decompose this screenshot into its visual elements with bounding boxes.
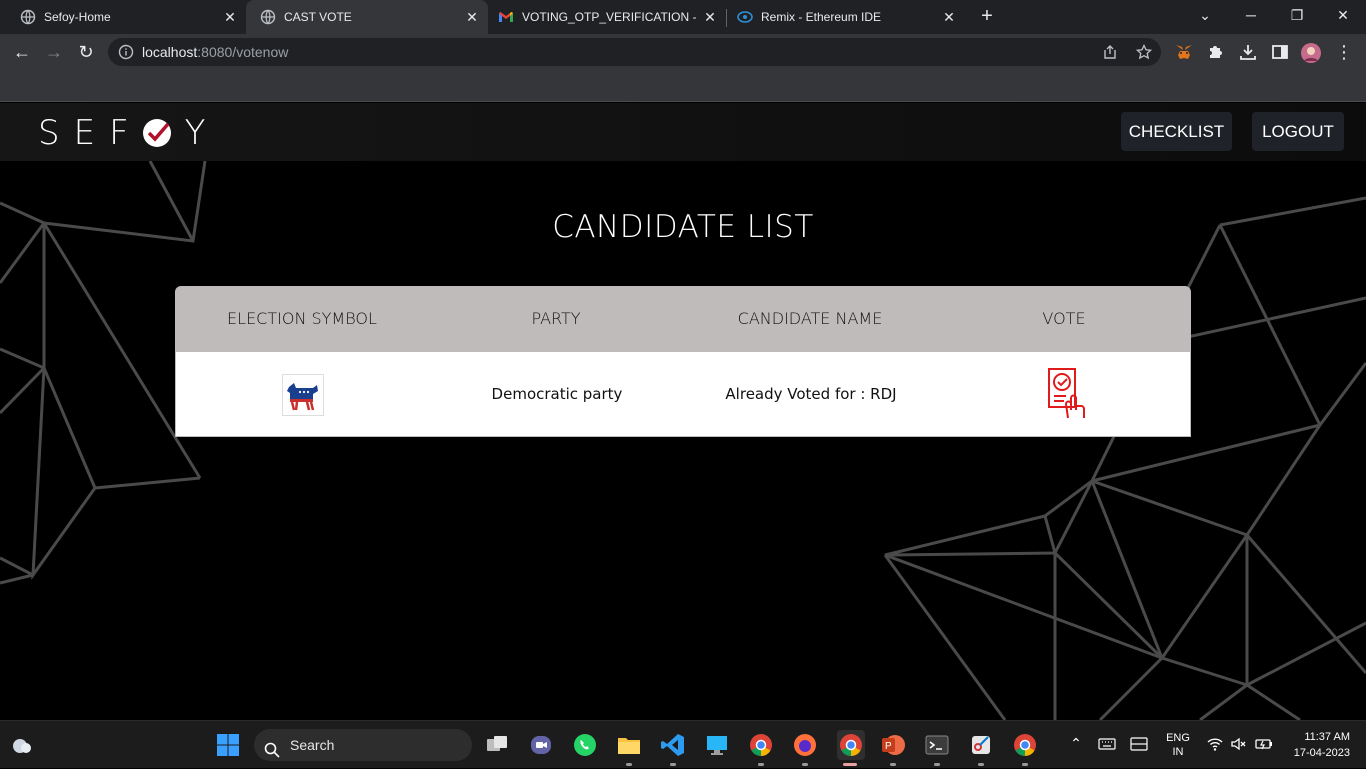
reload-icon[interactable]: ↻ bbox=[74, 40, 98, 64]
browser-toolbar: ← → ↻ localhost:8080/votenow ⋮ bbox=[0, 34, 1366, 70]
site-header: SEF Y CHECKLIST LOGOUT bbox=[0, 103, 1366, 161]
logout-button[interactable]: LOGOUT bbox=[1252, 112, 1344, 151]
site-info-icon[interactable] bbox=[118, 44, 134, 60]
tab-sefoy-home[interactable]: Sefoy-Home ✕ bbox=[0, 0, 246, 34]
firefox-icon[interactable] bbox=[793, 733, 817, 757]
column-header-election-symbol: ELECTION SYMBOL bbox=[227, 309, 377, 328]
download-icon[interactable] bbox=[1238, 42, 1258, 62]
clock-time: 11:37 AM bbox=[1304, 731, 1350, 743]
windows-start-icon[interactable] bbox=[216, 733, 240, 757]
chevron-up-icon[interactable]: ⌃ bbox=[1068, 735, 1084, 751]
wifi-icon[interactable] bbox=[1207, 736, 1223, 752]
task-view-icon[interactable] bbox=[485, 733, 509, 757]
share-icon[interactable] bbox=[1102, 44, 1118, 60]
sefoy-logo[interactable]: SEF Y bbox=[38, 113, 219, 153]
tab-title: CAST VOTE bbox=[284, 10, 352, 24]
svg-text:P: P bbox=[885, 741, 892, 752]
column-header-vote: VOTE bbox=[1042, 309, 1086, 328]
language-region: IN bbox=[1172, 746, 1184, 758]
globe-icon bbox=[260, 9, 276, 25]
weather-icon[interactable] bbox=[10, 733, 34, 757]
chrome-icon-2[interactable] bbox=[1013, 733, 1037, 757]
back-icon[interactable]: ← bbox=[10, 40, 34, 64]
address-bar[interactable]: localhost:8080/votenow bbox=[108, 38, 1161, 66]
table-row: Democratic party Already Voted for : RDJ bbox=[175, 351, 1191, 437]
powerpoint-icon[interactable]: P bbox=[881, 733, 905, 757]
tab-title: Sefoy-Home bbox=[44, 10, 111, 24]
tab-cast-vote[interactable]: CAST VOTE ✕ bbox=[246, 0, 488, 34]
touch-keyboard-icon[interactable] bbox=[1130, 737, 1148, 751]
tab-search-icon[interactable]: ⌄ bbox=[1182, 0, 1228, 34]
search-placeholder: Search bbox=[290, 737, 335, 753]
close-tab-icon[interactable]: ✕ bbox=[222, 9, 238, 25]
url-text: localhost:8080/votenow bbox=[142, 44, 289, 60]
metamask-icon[interactable] bbox=[1174, 42, 1194, 62]
close-tab-icon[interactable]: ✕ bbox=[702, 9, 718, 25]
logo-text: SEF bbox=[38, 113, 143, 153]
party-cell: Democratic party bbox=[491, 385, 623, 403]
clock-date: 17-04-2023 bbox=[1293, 747, 1350, 759]
candidate-cell: Already Voted for : RDJ bbox=[725, 385, 897, 403]
web-page: SEF Y CHECKLIST LOGOUT CANDIDATE LIST EL… bbox=[0, 103, 1366, 720]
volume-muted-icon[interactable] bbox=[1230, 736, 1246, 752]
system-clock[interactable]: 11:37 AM 17-04-2023 bbox=[1294, 729, 1350, 761]
keyboard-icon[interactable] bbox=[1098, 737, 1116, 751]
side-panel-icon[interactable] bbox=[1270, 42, 1290, 62]
snipping-tool-icon[interactable] bbox=[969, 733, 993, 757]
globe-icon bbox=[20, 9, 36, 25]
close-tab-icon[interactable]: ✕ bbox=[464, 9, 480, 25]
tab-title: VOTING_OTP_VERIFICATION - shu bbox=[522, 10, 698, 24]
tab-remix-ide[interactable]: Remix - Ethereum IDE ✕ bbox=[727, 0, 965, 34]
terminal-icon[interactable] bbox=[925, 733, 949, 757]
language-indicator[interactable]: ENG IN bbox=[1162, 731, 1194, 759]
bookmark-star-icon[interactable] bbox=[1135, 43, 1153, 60]
file-explorer-icon[interactable] bbox=[617, 733, 641, 757]
chrome-profile-icon[interactable] bbox=[837, 730, 865, 760]
search-icon bbox=[264, 737, 280, 758]
whatsapp-icon[interactable] bbox=[573, 733, 597, 757]
close-tab-icon[interactable]: ✕ bbox=[941, 9, 957, 25]
taskbar-search[interactable]: Search bbox=[254, 729, 472, 761]
candidate-table: ELECTION SYMBOL PARTY CANDIDATE NAME VOT… bbox=[175, 286, 1191, 437]
logo-check-icon bbox=[142, 119, 171, 147]
vscode-icon[interactable] bbox=[661, 733, 685, 757]
gmail-icon bbox=[498, 9, 514, 25]
browser-tab-strip: Sefoy-Home ✕ CAST VOTE ✕ VOTING_OTP_VERI… bbox=[0, 0, 1366, 34]
remote-desktop-icon[interactable] bbox=[705, 733, 729, 757]
teams-chat-icon[interactable] bbox=[529, 733, 553, 757]
page-title: CANDIDATE LIST bbox=[552, 209, 814, 245]
forward-icon[interactable]: → bbox=[42, 40, 66, 64]
column-header-candidate-name: CANDIDATE NAME bbox=[737, 309, 883, 328]
restore-button[interactable]: ❐ bbox=[1274, 0, 1320, 34]
minimize-button[interactable]: ─ bbox=[1228, 0, 1274, 34]
extensions-puzzle-icon[interactable] bbox=[1206, 42, 1226, 62]
chrome-icon[interactable] bbox=[749, 733, 773, 757]
remix-icon bbox=[737, 9, 753, 25]
bookmark-bar bbox=[0, 70, 1366, 102]
tab-gmail-otp[interactable]: VOTING_OTP_VERIFICATION - shu ✕ bbox=[488, 0, 726, 34]
vote-ballot-icon[interactable] bbox=[1046, 366, 1086, 422]
browser-menu-icon[interactable]: ⋮ bbox=[1334, 42, 1354, 62]
table-header: ELECTION SYMBOL PARTY CANDIDATE NAME VOT… bbox=[175, 286, 1191, 351]
windows-taskbar: Search P ⌃ ENG IN 11:37 AM 17-04-2023 bbox=[0, 720, 1366, 768]
tab-title: Remix - Ethereum IDE bbox=[761, 10, 882, 24]
checklist-button[interactable]: CHECKLIST bbox=[1121, 112, 1232, 151]
battery-icon[interactable] bbox=[1255, 736, 1273, 752]
profile-avatar[interactable] bbox=[1300, 42, 1321, 63]
close-window-button[interactable]: ✕ bbox=[1320, 0, 1366, 34]
column-header-party: PARTY bbox=[531, 309, 581, 328]
logo-text: Y bbox=[184, 113, 220, 153]
new-tab-button[interactable]: + bbox=[977, 6, 997, 26]
language-code: ENG bbox=[1166, 732, 1190, 744]
democratic-donkey-icon bbox=[282, 374, 324, 416]
